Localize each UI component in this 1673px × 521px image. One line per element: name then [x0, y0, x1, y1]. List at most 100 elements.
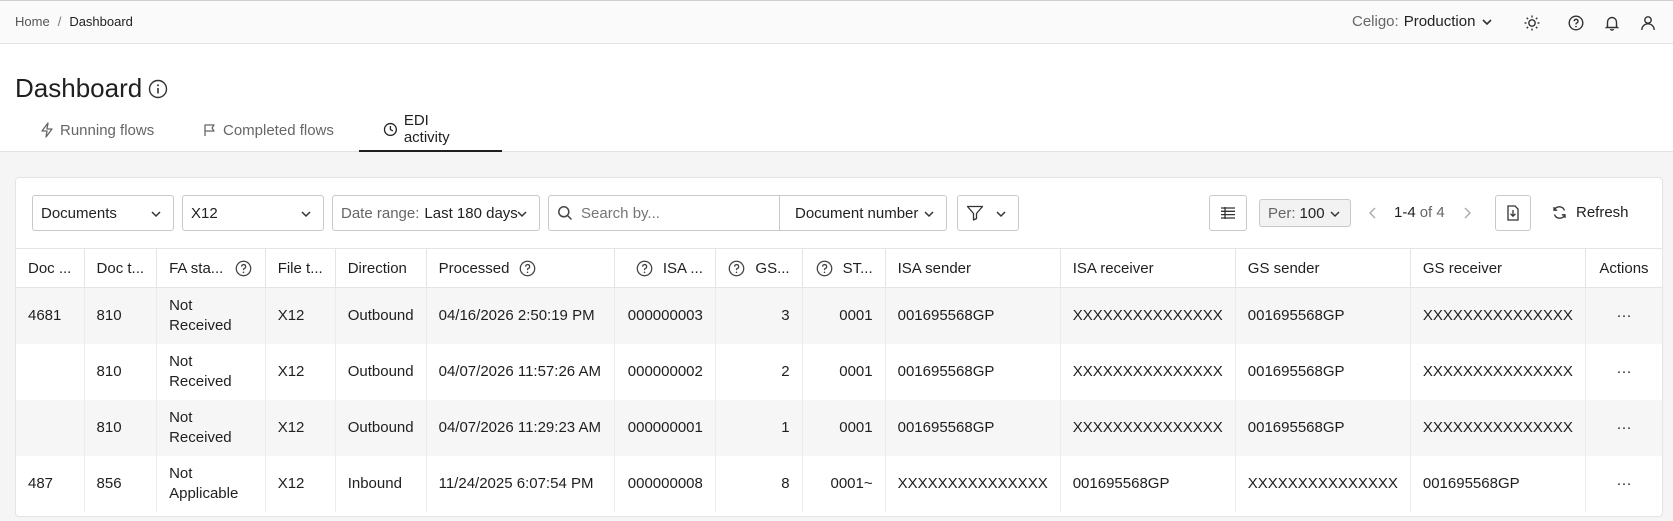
row-actions-menu-icon[interactable]: ···: [1585, 399, 1662, 456]
column-header-direction[interactable]: Direction: [335, 248, 427, 288]
column-header-isa-receiver[interactable]: ISA receiver: [1060, 248, 1236, 288]
cell-gs-control: 3: [715, 287, 803, 344]
refresh-button[interactable]: Refresh: [1552, 204, 1629, 221]
help-icon[interactable]: [728, 260, 745, 277]
cell-st-control: 0001: [802, 287, 886, 344]
page-header: Dashboard Running flows Completed flows …: [0, 44, 1673, 152]
refresh-icon: [1553, 206, 1566, 219]
flag-icon: [204, 124, 215, 136]
filter-menu-button[interactable]: [957, 195, 1019, 231]
document-type-select[interactable]: Documents: [32, 195, 174, 231]
column-header-gs-control[interactable]: GS...: [715, 248, 803, 288]
cell-gs-sender: XXXXXXXXXXXXXXX: [1235, 455, 1411, 512]
column-settings-button[interactable]: [1209, 195, 1247, 231]
date-range-label: Date range:: [341, 204, 420, 222]
search-box[interactable]: [548, 195, 780, 231]
help-icon[interactable]: [636, 260, 653, 277]
previous-page-chevron-left-icon[interactable]: [1368, 207, 1378, 219]
cell-gs-receiver: 001695568GP: [1410, 455, 1586, 512]
theme-toggle-sun-icon[interactable]: [1521, 12, 1543, 34]
edi-activity-panel: Documents X12 Date range: Last 180 days …: [15, 177, 1663, 517]
cell-fa-status: Not Received: [156, 399, 266, 456]
tab-bar: Running flows Completed flows EDI activi…: [30, 108, 502, 152]
page-title-text: Dashboard: [15, 73, 143, 103]
cell-file-type: X12: [265, 455, 336, 512]
cell-processed: 11/24/2025 6:07:54 PM: [426, 455, 616, 512]
column-header-isa-sender[interactable]: ISA sender: [885, 248, 1061, 288]
chevron-down-icon: [1330, 211, 1340, 218]
notifications-bell-icon[interactable]: [1601, 12, 1623, 34]
breadcrumb-separator: /: [57, 14, 62, 29]
column-header-doc-type[interactable]: Doc t...: [84, 248, 158, 288]
help-icon[interactable]: [235, 260, 252, 277]
chevron-down-icon: [151, 211, 161, 218]
table-row[interactable]: 487 856 Not Applicable X12 Inbound 11/24…: [16, 455, 1662, 512]
help-icon[interactable]: [1565, 12, 1587, 34]
search-field-select[interactable]: Document number: [779, 195, 947, 231]
row-actions-menu-icon[interactable]: ···: [1585, 456, 1662, 512]
column-header-processed[interactable]: Processed: [426, 248, 616, 288]
breadcrumb: Home / Dashboard: [15, 14, 133, 29]
filter-icon: [966, 205, 984, 221]
breadcrumb-current: Dashboard: [69, 14, 133, 29]
column-header-st-control[interactable]: ST...: [802, 248, 886, 288]
account-switcher[interactable]: Celigo: Production: [1352, 13, 1494, 30]
cell-gs-control: 2: [715, 343, 803, 400]
clock-icon: [383, 122, 397, 136]
table-row[interactable]: 810 Not Received X12 Outbound 04/07/2026…: [16, 343, 1662, 400]
row-actions-menu-icon[interactable]: ···: [1585, 287, 1662, 344]
breadcrumb-home[interactable]: Home: [15, 14, 50, 29]
refresh-label: Refresh: [1576, 204, 1629, 221]
cell-gs-receiver: XXXXXXXXXXXXXXX: [1410, 399, 1586, 456]
cell-file-type: X12: [265, 343, 336, 400]
cell-gs-control: 1: [715, 399, 803, 456]
column-header-label: ST...: [842, 259, 873, 277]
search-field-value: Document number: [795, 204, 919, 222]
tab-edi-activity[interactable]: EDI activity: [359, 108, 502, 152]
tab-running-flows[interactable]: Running flows: [30, 108, 192, 152]
user-profile-icon[interactable]: [1637, 12, 1659, 34]
chevron-down-icon: [517, 211, 527, 218]
date-range-select[interactable]: Date range: Last 180 days: [332, 195, 540, 231]
search-input[interactable]: [581, 204, 771, 222]
cell-isa-control: 000000003: [614, 287, 716, 344]
cell-isa-receiver: XXXXXXXXXXXXXXX: [1060, 343, 1236, 400]
environment-name: Production: [1403, 13, 1476, 30]
edi-documents-table: Doc ... Doc t... FA sta... File t... Dir…: [16, 248, 1662, 512]
help-icon[interactable]: [816, 260, 833, 277]
cell-direction: Outbound: [335, 343, 427, 400]
file-type-select[interactable]: X12: [182, 195, 324, 231]
info-icon[interactable]: [148, 79, 168, 99]
tab-label: Running flows: [60, 121, 155, 139]
cell-fa-status: Not Applicable: [156, 455, 266, 512]
next-page-chevron-right-icon[interactable]: [1462, 207, 1472, 219]
cell-doc-id: [16, 343, 85, 400]
column-header-file-type[interactable]: File t...: [265, 248, 336, 288]
column-header-isa-control[interactable]: ISA ...: [614, 248, 716, 288]
column-header-label: FA sta...: [169, 259, 224, 277]
cell-doc-type: 810: [84, 399, 158, 456]
per-page-select[interactable]: Per: 100: [1259, 199, 1351, 227]
cell-direction: Outbound: [335, 399, 427, 456]
tab-completed-flows[interactable]: Completed flows: [192, 108, 359, 152]
cell-isa-receiver: 001695568GP: [1060, 455, 1236, 512]
cell-fa-status: Not Received: [156, 343, 266, 400]
cell-gs-control: 8: [715, 455, 803, 512]
table-row[interactable]: 810 Not Received X12 Outbound 04/07/2026…: [16, 399, 1662, 456]
top-bar: Home / Dashboard Celigo: Production: [0, 0, 1673, 44]
cell-st-control: 0001~: [802, 455, 886, 512]
cell-isa-sender: 001695568GP: [885, 399, 1061, 456]
download-button[interactable]: [1495, 195, 1531, 231]
column-header-fa-status[interactable]: FA sta...: [156, 248, 266, 288]
table-row[interactable]: 4681 810 Not Received X12 Outbound 04/16…: [16, 287, 1662, 344]
help-icon[interactable]: [519, 260, 536, 277]
row-actions-menu-icon[interactable]: ···: [1585, 344, 1662, 400]
column-header-doc-id[interactable]: Doc ...: [16, 248, 85, 288]
pagination-total: of 4: [1419, 204, 1445, 221]
cell-st-control: 0001: [802, 343, 886, 400]
cell-direction: Outbound: [335, 287, 427, 344]
column-header-gs-sender[interactable]: GS sender: [1235, 248, 1411, 288]
cell-file-type: X12: [265, 399, 336, 456]
column-header-gs-receiver[interactable]: GS receiver: [1410, 248, 1586, 288]
search-icon: [558, 206, 573, 221]
